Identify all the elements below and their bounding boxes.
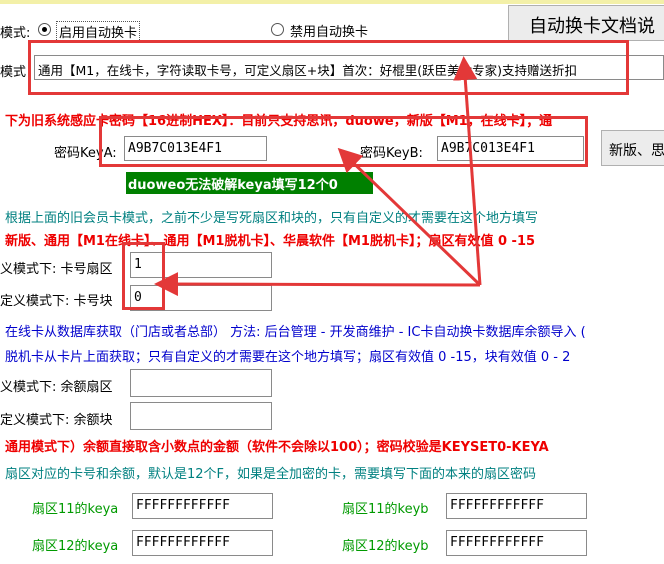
arrow-to-sector [154, 272, 481, 297]
arrow-to-keys [337, 147, 482, 287]
annotation-arrows [154, 56, 482, 297]
arrow-to-mode [453, 56, 482, 286]
